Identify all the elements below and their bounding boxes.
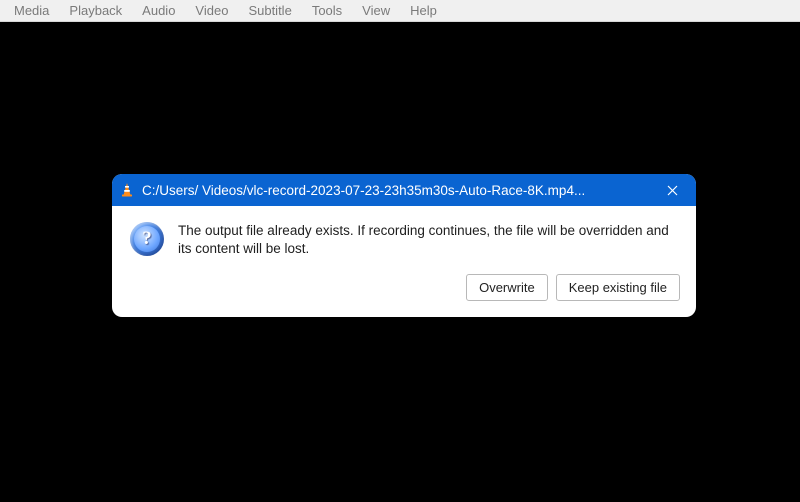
dialog-titlebar[interactable]: C:/Users/ Videos/vlc-record-2023-07-23-2…: [112, 174, 696, 206]
dialog-title: C:/Users/ Videos/vlc-record-2023-07-23-2…: [142, 183, 650, 198]
menubar: Media Playback Audio Video Subtitle Tool…: [0, 0, 800, 22]
menu-subtitle[interactable]: Subtitle: [238, 1, 301, 20]
menu-video[interactable]: Video: [185, 1, 238, 20]
overwrite-dialog: C:/Users/ Videos/vlc-record-2023-07-23-2…: [112, 174, 696, 317]
vlc-cone-icon: [118, 181, 136, 199]
menu-help[interactable]: Help: [400, 1, 447, 20]
keep-existing-button[interactable]: Keep existing file: [556, 274, 680, 301]
close-icon[interactable]: [650, 175, 694, 205]
menu-playback[interactable]: Playback: [59, 1, 132, 20]
dialog-buttons: Overwrite Keep existing file: [112, 270, 696, 317]
menu-audio[interactable]: Audio: [132, 1, 185, 20]
menu-view[interactable]: View: [352, 1, 400, 20]
menu-tools[interactable]: Tools: [302, 1, 352, 20]
menu-media[interactable]: Media: [4, 1, 59, 20]
question-icon: ?: [130, 222, 164, 256]
overwrite-button[interactable]: Overwrite: [466, 274, 548, 301]
dialog-message: The output file already exists. If recor…: [178, 222, 678, 258]
dialog-body: ? The output file already exists. If rec…: [112, 206, 696, 270]
